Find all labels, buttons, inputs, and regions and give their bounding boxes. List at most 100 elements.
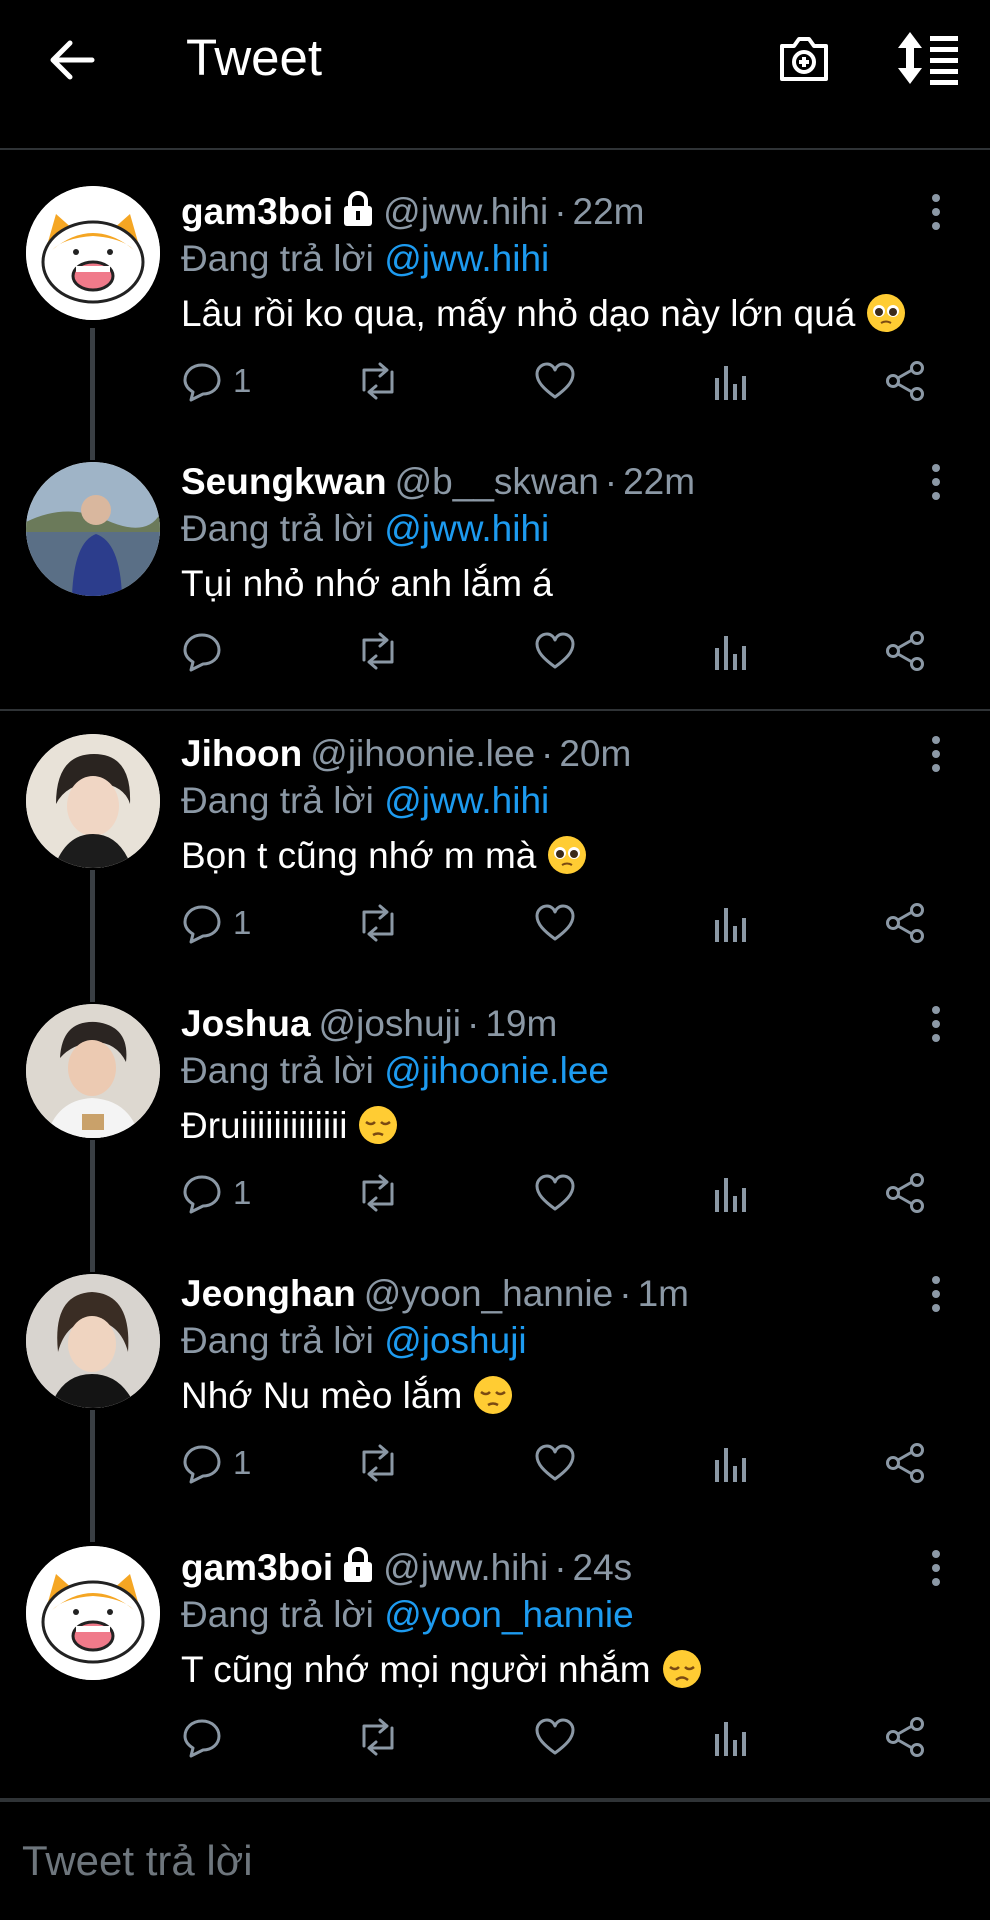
share-icon: [884, 1716, 926, 1758]
pleading-face-emoji: [546, 834, 588, 890]
more-options-icon[interactable]: [926, 1544, 946, 1592]
tweet-header: Jeonghan @yoon_hannie · 1m: [181, 1270, 689, 1318]
reply-button[interactable]: 1: [181, 360, 251, 406]
mention-link[interactable]: @yoon_hannie: [384, 1594, 633, 1635]
pensive-face-emoji: [472, 1374, 514, 1430]
user-handle[interactable]: @jww.hihi: [383, 1547, 548, 1588]
like-button[interactable]: [534, 1442, 576, 1488]
replying-to-label: Đang trả lời: [181, 1050, 374, 1091]
app-screen: Tweet gam3boi @jww.hihi · 22m Đang trả l…: [0, 0, 990, 1920]
stats-icon: [712, 902, 748, 944]
action-bar: 1: [0, 1172, 990, 1218]
analytics-button[interactable]: [712, 902, 748, 948]
analytics-button[interactable]: [712, 1442, 748, 1488]
tweet-text: Nhớ Nu mèo lắm: [181, 1370, 514, 1422]
like-button[interactable]: [534, 360, 576, 406]
user-handle[interactable]: @jww.hihi: [383, 191, 548, 232]
action-bar: [0, 630, 990, 676]
tweet-item[interactable]: Joshua @joshuji · 19m Đang trả lời @jihoonie…: [0, 1000, 990, 1230]
replying-to: Đang trả lời @joshuji: [181, 1318, 527, 1364]
sort-button[interactable]: [896, 30, 960, 86]
like-button[interactable]: [534, 1716, 576, 1762]
share-button[interactable]: [884, 630, 926, 676]
display-name[interactable]: Jihoon: [181, 733, 302, 774]
share-button[interactable]: [884, 360, 926, 406]
analytics-button[interactable]: [712, 1716, 748, 1762]
reply-count: 1: [233, 1174, 252, 1211]
like-button[interactable]: [534, 902, 576, 948]
tweet-item[interactable]: Jeonghan @yoon_hannie · 1m Đang trả lời @jos…: [0, 1270, 990, 1500]
replying-to: Đang trả lời @jww.hihi: [181, 506, 549, 552]
stats-icon: [712, 1442, 748, 1484]
tweet-item[interactable]: gam3boi @jww.hihi · 22m Đang trả lời @jww.hi…: [0, 188, 990, 418]
retweet-button[interactable]: [354, 1442, 402, 1488]
retweet-button[interactable]: [354, 630, 402, 676]
like-button[interactable]: [534, 1172, 576, 1218]
replying-to-label: Đang trả lời: [181, 1594, 374, 1635]
timestamp: 22m: [572, 191, 645, 232]
retweet-button[interactable]: [354, 1716, 402, 1762]
analytics-button[interactable]: [712, 630, 748, 676]
display-name[interactable]: Jeonghan: [181, 1273, 356, 1314]
reply-button[interactable]: 1: [181, 1172, 251, 1218]
user-handle[interactable]: @joshuji: [319, 1003, 461, 1044]
more-options-icon[interactable]: [926, 1000, 946, 1048]
tweet-text: T cũng nhớ mọi người nhắm: [181, 1644, 703, 1696]
retweet-icon: [354, 630, 402, 672]
arrow-left-icon: [50, 40, 95, 80]
display-name[interactable]: Joshua: [181, 1003, 311, 1044]
analytics-button[interactable]: [712, 360, 748, 406]
display-name[interactable]: gam3boi: [181, 1547, 333, 1588]
reply-button[interactable]: [181, 630, 223, 676]
display-name[interactable]: Seungkwan: [181, 461, 387, 502]
heart-icon: [534, 360, 576, 402]
reply-button[interactable]: 1: [181, 902, 251, 948]
share-button[interactable]: [884, 1172, 926, 1218]
tweet-text: Bọn t cũng nhớ m mà: [181, 830, 588, 882]
separator-dot: ·: [541, 733, 554, 774]
more-options-icon[interactable]: [926, 188, 946, 236]
heart-icon: [534, 902, 576, 944]
page-title: Tweet: [186, 29, 323, 86]
tweet-item[interactable]: gam3boi @jww.hihi · 24s Đang trả lời @yoon_h…: [0, 1544, 990, 1774]
timestamp: 1m: [637, 1273, 689, 1314]
lock-icon: [341, 1547, 375, 1595]
user-handle[interactable]: @b__skwan: [395, 461, 599, 502]
like-button[interactable]: [534, 630, 576, 676]
tweet-text: Tụi nhỏ nhớ anh lắm á: [181, 558, 553, 610]
replying-to: Đang trả lời @jww.hihi: [181, 778, 549, 824]
retweet-button[interactable]: [354, 360, 402, 406]
more-options-icon[interactable]: [926, 730, 946, 778]
mention-link[interactable]: @jww.hihi: [384, 508, 549, 549]
user-handle[interactable]: @yoon_hannie: [364, 1273, 613, 1314]
share-button[interactable]: [884, 902, 926, 948]
tweet-item[interactable]: Seungkwan @b__skwan · 22m Đang trả lời @jww.…: [0, 458, 990, 688]
reply-icon: [181, 902, 223, 944]
analytics-button[interactable]: [712, 1172, 748, 1218]
more-options-icon[interactable]: [926, 458, 946, 506]
display-name[interactable]: gam3boi: [181, 191, 333, 232]
more-options-icon[interactable]: [926, 1270, 946, 1318]
action-bar: 1: [0, 360, 990, 406]
mention-link[interactable]: @jihoonie.lee: [384, 1050, 609, 1091]
tweet-header: gam3boi @jww.hihi · 22m: [181, 188, 645, 236]
reply-button[interactable]: 1: [181, 1442, 251, 1488]
replying-to-label: Đang trả lời: [181, 1320, 374, 1361]
tweet-item[interactable]: Jihoon @jihoonie.lee · 20m Đang trả lời @jww…: [0, 730, 990, 960]
timestamp: 19m: [485, 1003, 558, 1044]
share-button[interactable]: [884, 1442, 926, 1488]
lock-icon: [341, 191, 375, 239]
user-handle[interactable]: @jihoonie.lee: [310, 733, 535, 774]
mention-link[interactable]: @joshuji: [384, 1320, 526, 1361]
mention-link[interactable]: @jww.hihi: [384, 238, 549, 279]
back-button[interactable]: [46, 34, 98, 86]
share-button[interactable]: [884, 1716, 926, 1762]
reply-button[interactable]: [181, 1716, 223, 1762]
reply-icon: [181, 1716, 223, 1758]
camera-button[interactable]: [776, 30, 832, 86]
reply-icon: [181, 1442, 223, 1484]
retweet-button[interactable]: [354, 1172, 402, 1218]
retweet-button[interactable]: [354, 902, 402, 948]
mention-link[interactable]: @jww.hihi: [384, 780, 549, 821]
reply-input[interactable]: [20, 1830, 964, 1892]
